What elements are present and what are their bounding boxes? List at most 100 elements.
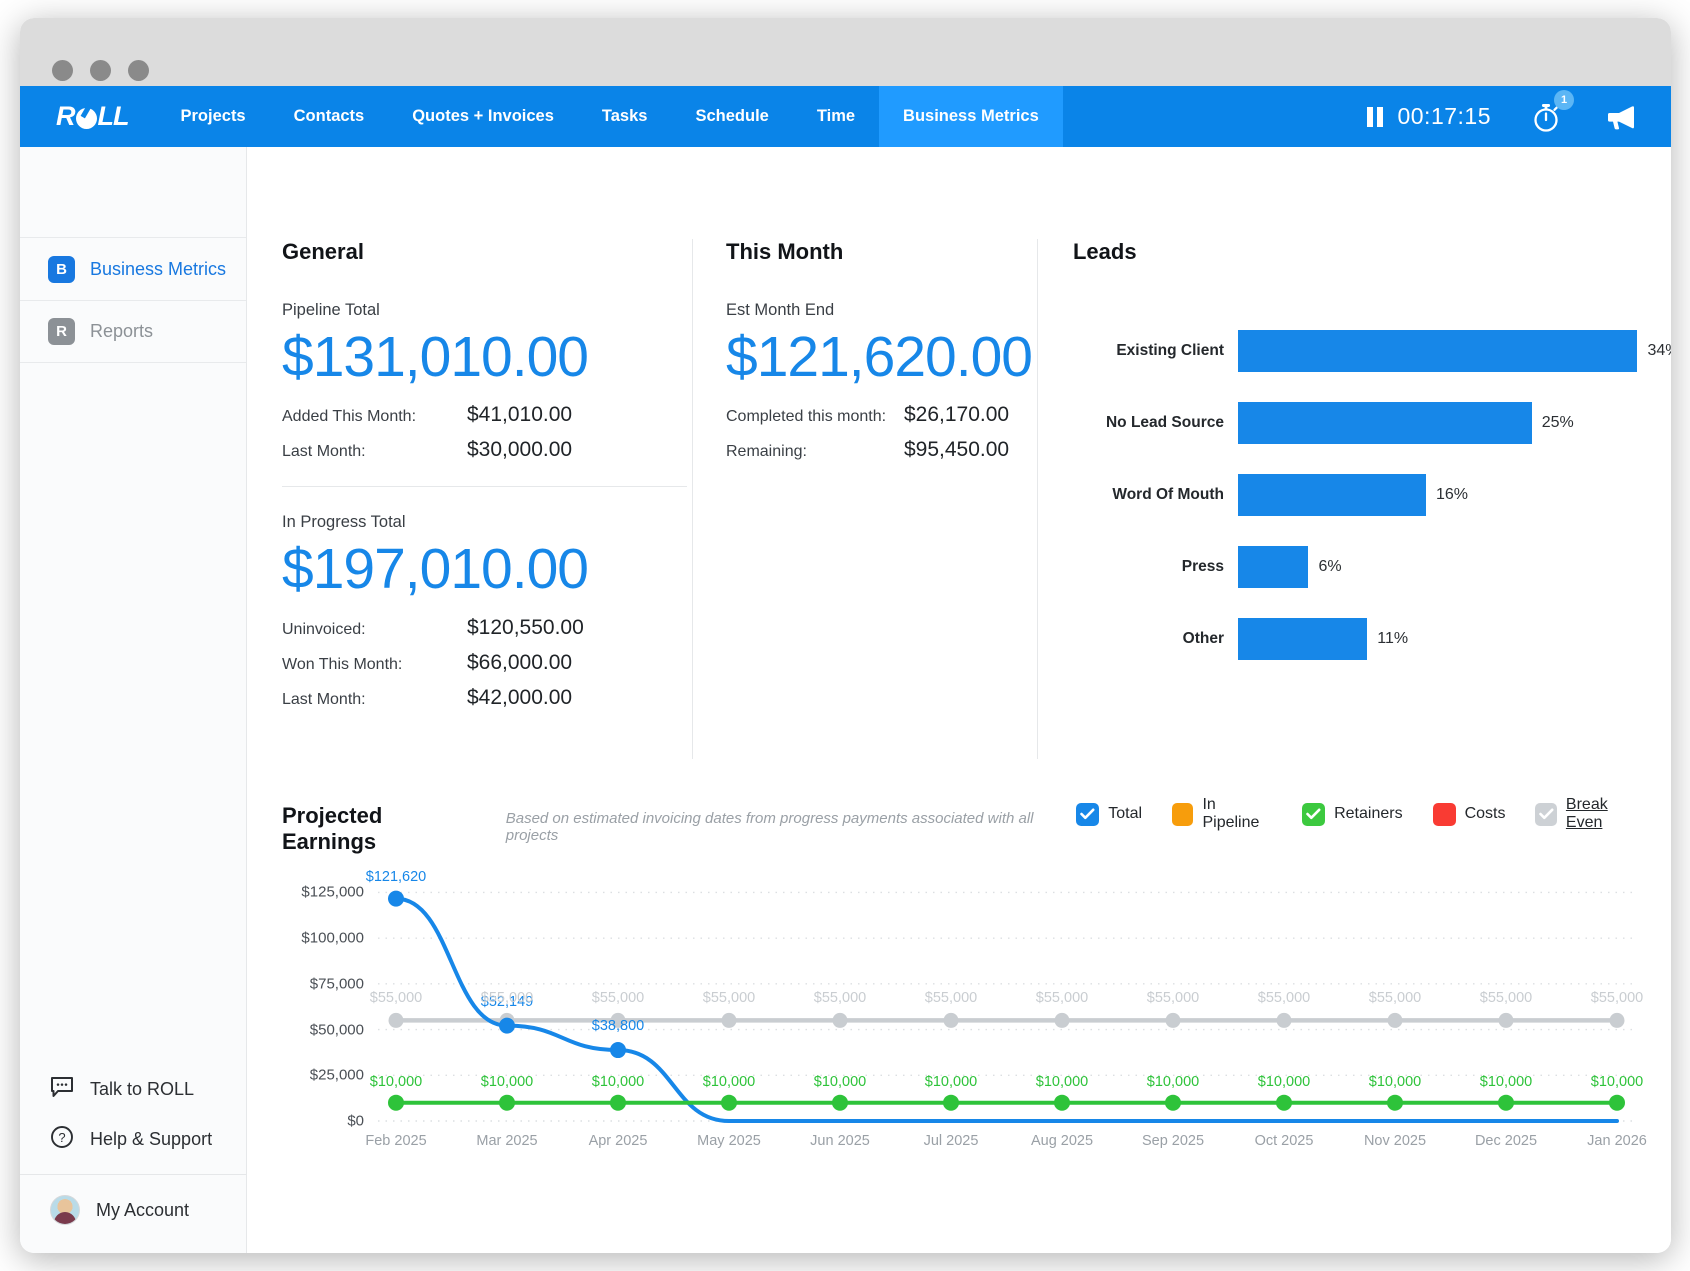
window-close-dot[interactable]	[52, 60, 73, 81]
data-point-marker[interactable]	[1499, 1013, 1514, 1028]
data-point-label: $10,000	[1036, 1074, 1088, 1090]
data-point-label: $10,000	[814, 1074, 866, 1090]
data-point-marker[interactable]	[1277, 1013, 1292, 1028]
data-point-marker[interactable]	[943, 1095, 959, 1111]
series-line-total	[396, 899, 1617, 1121]
data-point-marker[interactable]	[1610, 1013, 1625, 1028]
y-axis-labels: $0$25,000$50,000$75,000$100,000$125,000	[282, 881, 364, 1121]
data-point-label: $10,000	[925, 1074, 977, 1090]
data-point-label: $55,000	[1147, 990, 1199, 1006]
checkbox-unchecked-icon[interactable]	[1433, 803, 1456, 826]
data-point-marker[interactable]	[1387, 1095, 1403, 1111]
data-point-marker[interactable]	[722, 1013, 737, 1028]
data-point-label: $10,000	[481, 1074, 533, 1090]
chat-bubble-icon	[50, 1076, 74, 1103]
data-point-label: $55,000	[592, 990, 644, 1006]
sidebar-item-reports[interactable]: R Reports	[20, 300, 246, 363]
data-point-marker[interactable]	[1165, 1095, 1181, 1111]
nav-item-tasks[interactable]: Tasks	[578, 86, 672, 147]
legend-item-total[interactable]: Total	[1076, 803, 1142, 826]
general-title: General	[282, 239, 687, 265]
sidebar-item-label: Business Metrics	[90, 259, 226, 280]
sidebar-bottom-label: Talk to ROLL	[90, 1079, 194, 1100]
nav-item-quotes-invoices[interactable]: Quotes + Invoices	[388, 86, 578, 147]
data-point-marker[interactable]	[832, 1095, 848, 1111]
plot-area: $121,620$52,149$38,800$55,000$55,000$55,…	[378, 881, 1635, 1121]
data-point-marker[interactable]	[1055, 1013, 1070, 1028]
data-point-marker[interactable]	[1609, 1095, 1625, 1111]
logo-o-glyph	[76, 108, 97, 129]
lead-category-label: Existing Client	[1073, 342, 1238, 360]
data-point-marker[interactable]	[499, 1095, 515, 1111]
legend-item-retainers[interactable]: Retainers	[1302, 803, 1402, 826]
nav-item-contacts[interactable]: Contacts	[270, 86, 389, 147]
data-point-marker[interactable]	[499, 1018, 515, 1034]
checkbox-unchecked-icon[interactable]	[1172, 803, 1193, 826]
business-metrics-badge-icon: B	[48, 256, 75, 283]
kpi-key: Uninvoiced:	[282, 621, 467, 639]
nav-item-business-metrics[interactable]: Business Metrics	[879, 86, 1063, 147]
sidebar-item-talk-to-roll[interactable]: Talk to ROLL	[20, 1064, 246, 1114]
stopwatch-icon[interactable]: 1	[1531, 101, 1561, 133]
data-point-marker[interactable]	[833, 1013, 848, 1028]
x-tick-label: Mar 2025	[476, 1133, 537, 1149]
projected-earnings-title: Projected Earnings	[282, 803, 478, 855]
x-tick-label: Jun 2025	[810, 1133, 870, 1149]
data-point-marker[interactable]	[1498, 1095, 1514, 1111]
est-month-end-label: Est Month End	[726, 301, 1032, 320]
sidebar-bottom-label: My Account	[96, 1200, 189, 1221]
lead-row: Word Of Mouth16%	[1073, 459, 1671, 531]
sidebar-item-label: Reports	[90, 321, 153, 342]
nav-right-cluster: 00:17:15 1	[1367, 86, 1671, 147]
data-point-marker[interactable]	[721, 1095, 737, 1111]
data-point-marker[interactable]	[610, 1095, 626, 1111]
window-maximize-dot[interactable]	[128, 60, 149, 81]
data-point-marker[interactable]	[388, 1095, 404, 1111]
lead-bar	[1238, 330, 1638, 372]
kpi-key: Last Month:	[282, 691, 467, 709]
this-month-title: This Month	[726, 239, 1032, 265]
data-point-label: $55,000	[703, 990, 755, 1006]
data-point-marker[interactable]	[1388, 1013, 1403, 1028]
nav-label: Time	[817, 107, 855, 126]
checkbox-checked-icon[interactable]	[1076, 803, 1099, 826]
nav-label: Business Metrics	[903, 107, 1039, 126]
data-point-marker[interactable]	[389, 1013, 404, 1028]
sidebar-item-help-support[interactable]: ? Help & Support	[20, 1114, 246, 1164]
data-point-marker[interactable]	[388, 891, 404, 907]
lead-row: Other11%	[1073, 603, 1671, 675]
data-point-marker[interactable]	[1276, 1095, 1292, 1111]
lead-value-label: 25%	[1542, 414, 1574, 432]
sidebar-bottom-group: Talk to ROLL ? Help & Support	[20, 1064, 246, 1253]
pipeline-total-block: Pipeline Total $131,010.00 Added This Mo…	[282, 301, 687, 462]
kpi-val: $42,000.00	[467, 686, 572, 710]
checkbox-checked-icon[interactable]	[1302, 803, 1325, 826]
nav-item-schedule[interactable]: Schedule	[671, 86, 792, 147]
kpi-row: Completed this month: $26,170.00	[726, 403, 1032, 427]
pause-icon[interactable]	[1367, 107, 1383, 127]
kpi-val: $30,000.00	[467, 438, 572, 462]
data-point-marker[interactable]	[1054, 1095, 1070, 1111]
window-controls[interactable]	[52, 60, 149, 81]
checkbox-checked-icon[interactable]	[1535, 803, 1556, 826]
main-content: General Pipeline Total $131,010.00 Added…	[247, 147, 1671, 1253]
window-titlebar	[20, 18, 1671, 86]
nav-item-projects[interactable]: Projects	[157, 86, 270, 147]
megaphone-icon[interactable]	[1605, 104, 1637, 130]
legend-item-in-pipeline[interactable]: In Pipeline	[1172, 796, 1272, 832]
leads-panel: Leads Existing Client34%No Lead Source25…	[1037, 239, 1671, 759]
sidebar-item-business-metrics[interactable]: B Business Metrics	[20, 237, 246, 300]
legend-item-costs[interactable]: Costs	[1433, 803, 1506, 826]
legend-label: Break Even	[1566, 796, 1643, 832]
lead-value-label: 16%	[1436, 486, 1468, 504]
lead-category-label: Press	[1073, 558, 1238, 576]
data-point-marker[interactable]	[610, 1042, 626, 1058]
nav-item-time[interactable]: Time	[793, 86, 879, 147]
data-point-marker[interactable]	[1166, 1013, 1181, 1028]
sidebar-item-my-account[interactable]: My Account	[20, 1185, 246, 1235]
roll-logo[interactable]: RLL	[20, 86, 157, 147]
sidebar-top-spacer	[20, 147, 246, 237]
data-point-marker[interactable]	[944, 1013, 959, 1028]
window-minimize-dot[interactable]	[90, 60, 111, 81]
legend-item-break-even[interactable]: Break Even	[1535, 796, 1643, 832]
